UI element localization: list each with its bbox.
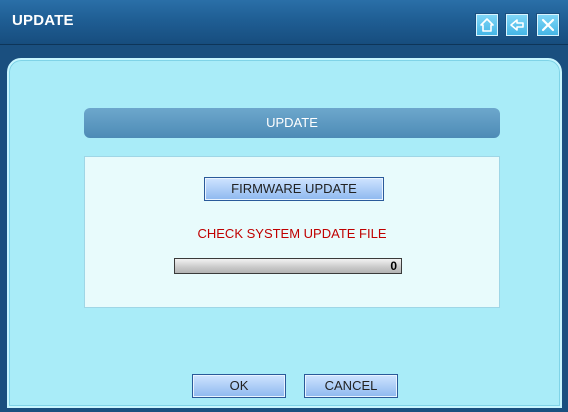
cancel-button[interactable]: CANCEL [304,374,398,398]
update-panel: FIRMWARE UPDATE CHECK SYSTEM UPDATE FILE… [84,156,500,308]
ok-button[interactable]: OK [192,374,286,398]
home-button[interactable] [476,14,498,36]
arrow-left-icon [510,19,524,31]
close-button[interactable] [537,14,559,36]
status-message: CHECK SYSTEM UPDATE FILE [197,226,387,241]
update-window: UPDATE UPDATE FIRMWARE UPDATE CHECK SYST… [0,0,568,412]
firmware-update-button[interactable]: FIRMWARE UPDATE [204,177,384,201]
title-bar: UPDATE [0,0,568,45]
progress-bar: 0 [174,258,402,274]
back-button[interactable] [506,14,528,36]
close-icon [541,18,555,32]
window-title: UPDATE [12,12,74,29]
home-icon [480,18,494,32]
progress-value: 0 [390,259,397,273]
section-header: UPDATE [84,108,500,138]
content-area: UPDATE FIRMWARE UPDATE CHECK SYSTEM UPDA… [7,58,562,408]
